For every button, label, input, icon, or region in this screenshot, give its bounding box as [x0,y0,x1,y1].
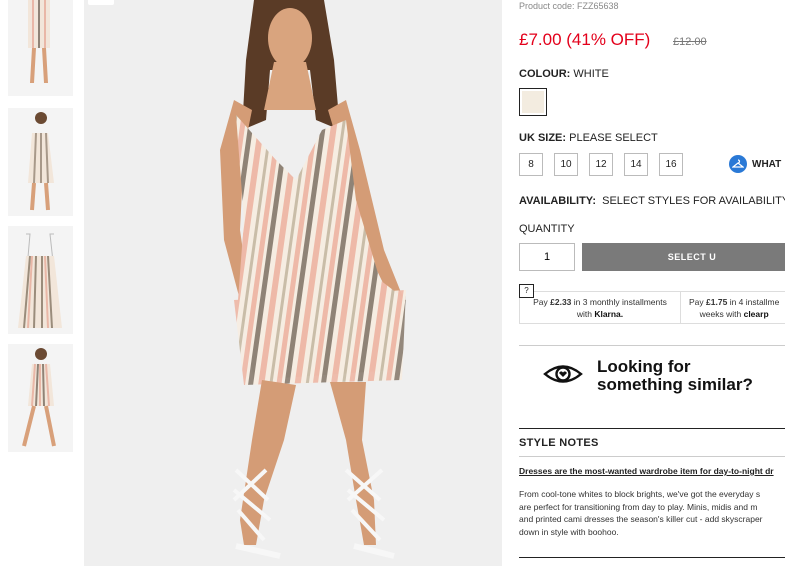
thumbnail-1[interactable] [8,0,73,96]
help-icon[interactable]: ? [519,284,534,298]
style-notes-title[interactable]: STYLE NOTES [519,437,599,449]
hanger-icon [729,155,747,173]
main-product-image[interactable] [84,0,502,566]
payment-options: Pay £2.33 in 3 monthly installments with… [519,291,785,324]
size-option-10[interactable]: 10 [554,153,578,176]
size-value: PLEASE SELECT [569,132,658,144]
size-guide-label: WHAT [752,158,782,170]
thumbnail-2[interactable] [8,108,73,216]
clearpay-amount: £1.75 [706,296,728,307]
availability-value: SELECT STYLES FOR AVAILABILITY [602,195,785,207]
thumbnail-gallery [0,0,80,566]
select-size-button[interactable]: SELECT U [582,243,785,271]
quantity-label: QUANTITY [519,223,575,235]
find-similar-text: Looking for something similar? [597,358,777,394]
image-control-button[interactable] [88,0,114,5]
style-notes-line-1: From cool-tone whites to block brights, … [519,489,761,499]
sale-price: £7.00 (41% OFF) [519,30,651,49]
size-row: UK SIZE: PLEASE SELECT [519,132,658,144]
product-details-panel: Product code: FZZ65638 £7.00 (41% OFF) £… [519,0,785,566]
clearpay-text: in 4 installme [729,296,780,307]
availability-row: AVAILABILITY: SELECT STYLES FOR AVAILABI… [519,195,785,207]
size-option-16[interactable]: 16 [659,153,683,176]
style-notes-divider [519,428,785,429]
klarna-amount: £2.33 [550,296,572,307]
clearpay-pre: Pay [689,296,704,307]
klarna-logo: Klarna. [594,308,624,319]
find-similar-link[interactable]: Looking for something similar? [543,358,777,394]
size-option-12[interactable]: 12 [589,153,613,176]
divider [519,345,785,346]
swatch-fill [522,91,544,113]
clearpay-text-2: weeks with [699,308,742,319]
product-code: Product code: FZZ65638 [519,1,619,11]
eye-icon [543,363,583,390]
clearpay-logo: clearp [743,308,769,319]
thumbnail-4[interactable] [8,344,73,452]
divider [519,456,785,457]
original-price: £12.00 [673,36,707,48]
size-label: UK SIZE: [519,132,567,144]
colour-swatch-white[interactable] [519,88,547,116]
style-notes-lead: Dresses are the most-wanted wardrobe ite… [519,466,774,476]
clearpay-option[interactable]: Pay £1.75 in 4 installme weeks with clea… [681,292,785,323]
thumbnail-3[interactable] [8,226,73,334]
style-notes-line-3: and printed cami dresses the season's ki… [519,514,763,524]
klarna-option[interactable]: Pay £2.33 in 3 monthly installments with… [520,292,681,323]
klarna-pre: Pay [533,296,548,307]
style-notes-line-4: down in style with boohoo. [519,526,619,537]
availability-label: AVAILABILITY: [519,195,596,207]
quantity-input[interactable] [519,243,575,271]
colour-value: WHITE [573,68,609,80]
colour-row: COLOUR: WHITE [519,68,609,80]
size-options: 8 10 12 14 16 [519,153,683,176]
find-similar-line-1: Looking for [597,357,691,376]
style-notes-body: From cool-tone whites to block brights, … [519,488,785,538]
size-option-8[interactable]: 8 [519,153,543,176]
style-notes-line-2: are perfect for transitioning from day t… [519,501,758,512]
find-similar-line-2: something similar? [597,375,753,394]
size-guide-link[interactable]: WHAT [729,155,781,173]
colour-label: COLOUR: [519,68,571,80]
bottom-divider [519,557,785,558]
size-option-14[interactable]: 14 [624,153,648,176]
